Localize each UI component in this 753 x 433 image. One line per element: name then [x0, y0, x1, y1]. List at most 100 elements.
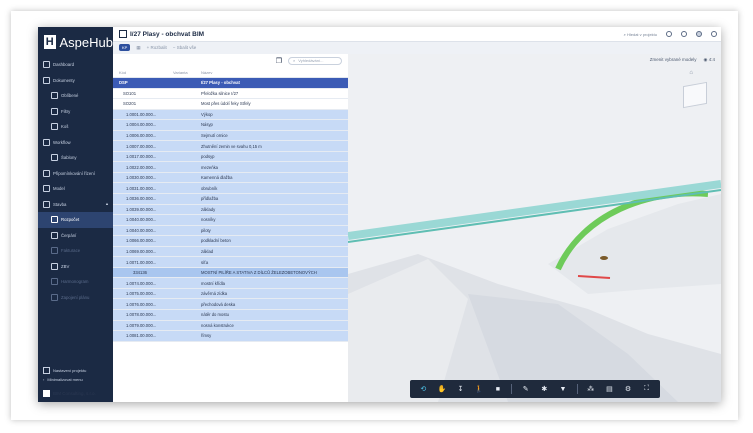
view-mode[interactable]: ◉ 4:4: [704, 57, 715, 63]
col-code[interactable]: Kód: [113, 70, 173, 75]
row-code: 1.0006.00.000...: [126, 133, 157, 138]
hide-models-button[interactable]: Zmenit vybrané modely: [650, 57, 697, 63]
sidebar-item-invoicing[interactable]: Fakturace: [38, 243, 113, 259]
sidebar-nav: Dashboard Dokumenty Oblíbené Filtry Koš …: [38, 57, 113, 305]
search-placeholder: Vyhledávání...: [298, 58, 324, 63]
sidebar-item-documents[interactable]: Dokumenty: [38, 73, 113, 89]
table-row[interactable]: 1.0006.00.000... Sejmutí ornice: [113, 130, 348, 142]
table-row[interactable]: 1.0022.00.000... mezeńka: [113, 162, 348, 173]
table-row[interactable]: 1.0017.00.000... podsyp: [113, 151, 348, 163]
bim-viewer[interactable]: Zmenit vybrané modely ◉ 4:4 ⌂ ⟲ ✋ ↧ 🚶 ■ …: [348, 54, 721, 402]
model-tree-icon[interactable]: ⁂: [586, 385, 596, 393]
sidebar-item-comments[interactable]: Připomínkování řízení: [38, 166, 113, 182]
avatar[interactable]: [696, 31, 702, 37]
sidebar-item-construction[interactable]: Stavba ▴: [38, 197, 113, 213]
table-row[interactable]: 334136 MOSTNÍ PILÍŘE A STATIVA Z DÍLCŮ ŽE…: [113, 267, 348, 279]
table-row[interactable]: 1.0036.00.000... přídlažba: [113, 194, 348, 205]
sidebar-item-label: ZBV: [61, 263, 70, 269]
chevron-left-icon: ‹: [43, 377, 45, 382]
toolbar-divider: [511, 384, 513, 394]
help-icon[interactable]: [681, 31, 687, 37]
col-name[interactable]: Název: [201, 70, 348, 75]
sidebar-item-plan[interactable]: Zapojení plánu: [38, 290, 113, 306]
company-name: BIM Consulting, s.r.o.: [53, 390, 96, 396]
explode-icon[interactable]: ▼: [558, 386, 568, 393]
table-row[interactable]: 1.0071.00.000... síťa: [113, 257, 348, 268]
row-code: 1.0066.00.000...: [126, 238, 157, 244]
sidebar-item-model[interactable]: Model: [38, 181, 113, 197]
zoom-icon[interactable]: ↧: [456, 385, 466, 393]
table-row[interactable]: 1.0031.00.000... obrubník: [113, 183, 348, 195]
fullscreen-icon[interactable]: ⛶: [642, 385, 652, 393]
table-row[interactable]: 1.0004.00.000... Násyp: [113, 120, 348, 131]
row-code: 1.0017.00.000...: [126, 154, 157, 160]
section-icon[interactable]: ✱: [539, 385, 549, 393]
orbit-icon[interactable]: ⟲: [418, 385, 428, 393]
col-variant[interactable]: Varianta: [173, 70, 201, 75]
settings-icon[interactable]: ⚙: [623, 385, 633, 393]
table-row[interactable]: 1.0039.00.000... základy: [113, 204, 348, 216]
expand-button[interactable]: + Rozbalit: [147, 45, 167, 50]
row-name: základ: [201, 249, 214, 255]
grid-icon[interactable]: ▦: [136, 45, 140, 51]
table-row[interactable]: 1.0076.00.000... přechodová deska: [113, 299, 348, 311]
search-icon: ⌕: [293, 58, 296, 63]
sidebar-item-templates[interactable]: Šablony: [38, 150, 113, 166]
sidebar-item-filters[interactable]: Filtry: [38, 104, 113, 120]
search-input[interactable]: ⌕ Vyhledávání...: [288, 56, 342, 65]
company-logo-icon: [43, 389, 50, 397]
sidebar-item-drawdown[interactable]: Čerpání: [38, 228, 113, 244]
collapse-label: Sbalit vše: [176, 45, 197, 50]
comment-icon: [43, 169, 50, 177]
table-row[interactable]: DSP I/27 Plasy - obchvat: [113, 78, 348, 89]
measure-icon[interactable]: ✎: [521, 385, 531, 393]
header-actions: ⌕ Hledat v projektu: [624, 27, 717, 41]
table-row[interactable]: 1.0040.00.000... nosníky: [113, 215, 348, 226]
sidebar-item-budget[interactable]: Rozpočet: [38, 212, 113, 228]
table-row[interactable]: 1.0081.00.000... římsy: [113, 331, 348, 342]
row-name: podkladní beton: [201, 238, 231, 244]
table-row[interactable]: SO101 Přeložka silnice I/27: [113, 89, 348, 100]
page-title-text: I/27 Plasy - obchvat BIM: [130, 30, 205, 38]
table-row[interactable]: 1.0078.00.000... nátěr do mostu: [113, 310, 348, 321]
logo[interactable]: H AspeHub: [38, 27, 113, 57]
pan-hand-icon[interactable]: ✋: [437, 385, 447, 393]
collapse-button[interactable]: − Sbalit vše: [173, 45, 196, 50]
table-row[interactable]: 1.0001.00.000... Výkop: [113, 109, 348, 121]
copy-icon[interactable]: ❐: [276, 57, 282, 65]
project-settings-link[interactable]: Nastavení projektu: [38, 366, 113, 375]
sidebar-item-dashboard[interactable]: Dashboard: [38, 57, 113, 73]
table-row[interactable]: 1.0030.00.000... Kamenná dlažba: [113, 172, 348, 184]
table-row[interactable]: 1.0007.00.000... Zhutnění zemin ve svahu …: [113, 141, 348, 152]
documents-icon: [43, 76, 50, 84]
table-row[interactable]: 1.0079.00.000... nosná konstrukce: [113, 320, 348, 332]
bell-icon[interactable]: [666, 31, 672, 37]
sidebar-item-schedule[interactable]: Harmonogram: [38, 274, 113, 290]
table-row[interactable]: 1.0066.00.000... podkladní beton: [113, 236, 348, 247]
sidebar-item-label: Čerpání: [61, 232, 77, 238]
sidebar-item-workflow[interactable]: Workflow: [38, 135, 113, 151]
table-row[interactable]: 1.0069.00.000... základ: [113, 246, 348, 258]
table-row[interactable]: 1.0040.00.000... piloty: [113, 225, 348, 237]
gear-icon[interactable]: [711, 31, 717, 37]
sidebar-item-zbv[interactable]: ZBV: [38, 259, 113, 275]
camera-icon[interactable]: ■: [493, 386, 503, 393]
minimize-menu-link[interactable]: ‹ Minimalizovat menu: [38, 375, 113, 384]
table-row[interactable]: SO201 Most přes údolí řeky Střely: [113, 99, 348, 110]
view-pill[interactable]: KP: [119, 44, 131, 51]
row-code: 1.0040.00.000...: [126, 217, 157, 223]
company-switcher[interactable]: BIM Consulting, s.r.o.: [38, 384, 113, 402]
home-icon[interactable]: ⌂: [689, 70, 693, 76]
plan-icon: [51, 293, 58, 301]
sidebar-item-favorites[interactable]: Oblíbené: [38, 88, 113, 104]
project-search[interactable]: ⌕ Hledat v projektu: [624, 32, 657, 37]
row-name: Kamenná dlažba: [201, 175, 233, 181]
properties-icon[interactable]: ▤: [604, 385, 614, 393]
row-code: 1.0036.00.000...: [126, 196, 157, 202]
table-row[interactable]: 1.0074.00.000... mostní křídla: [113, 278, 348, 289]
table-row[interactable]: 1.0075.00.000... závěrná zídka: [113, 288, 348, 300]
view-cube[interactable]: [683, 81, 707, 109]
walk-icon[interactable]: 🚶: [474, 385, 484, 393]
workflow-icon: [43, 138, 50, 146]
sidebar-item-trash[interactable]: Koš: [38, 119, 113, 135]
